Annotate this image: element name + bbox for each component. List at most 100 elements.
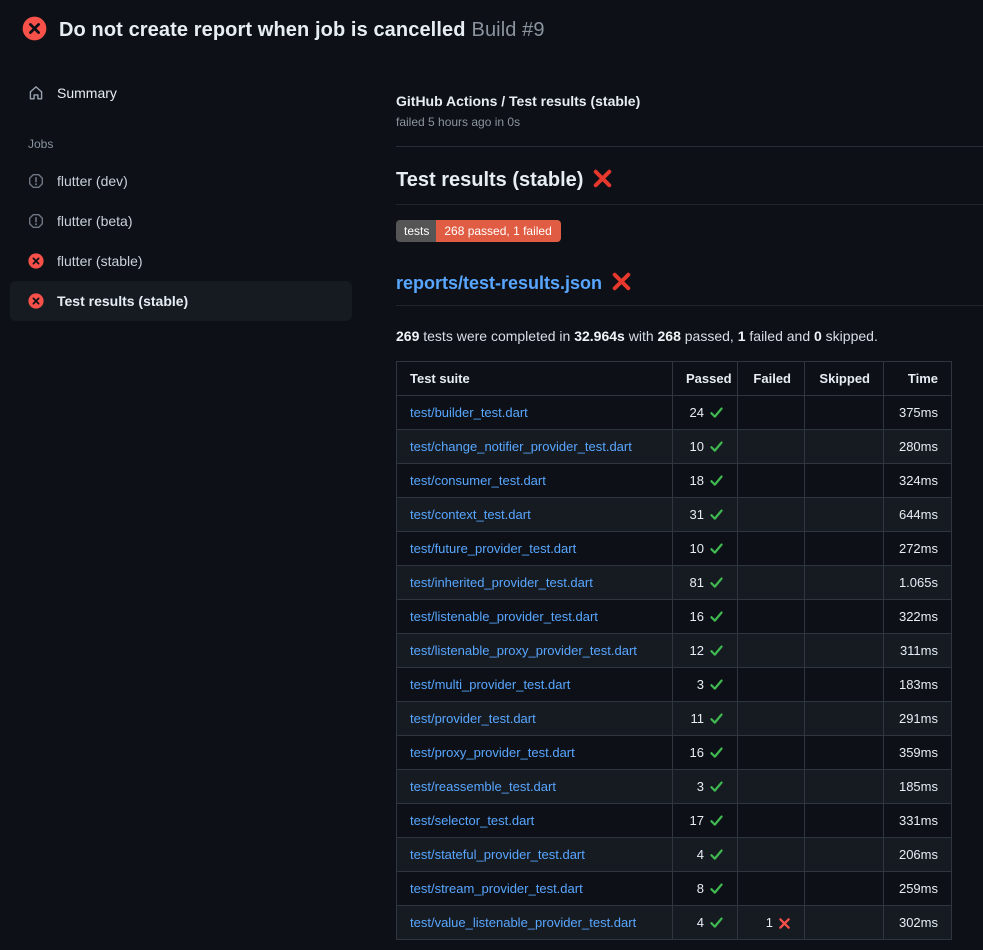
page-header: Do not create report when job is cancell… <box>0 0 983 56</box>
skipped-cell <box>805 532 884 566</box>
check-icon <box>709 782 724 797</box>
check-icon <box>709 850 724 865</box>
summary-number: 0 <box>814 328 822 344</box>
test-suite-link[interactable]: test/multi_provider_test.dart <box>410 677 570 692</box>
time-cell: 324ms <box>884 464 952 498</box>
main-content: GitHub Actions / Test results (stable) f… <box>380 56 983 940</box>
test-suite-link[interactable]: test/stateful_provider_test.dart <box>410 847 585 862</box>
sidebar-item-flutter-dev[interactable]: flutter (dev) <box>10 161 352 201</box>
table-header-row: Test suitePassedFailedSkippedTime <box>397 362 952 396</box>
sidebar-item-label: Test results (stable) <box>57 293 188 309</box>
x-circle-icon <box>28 293 44 309</box>
test-suite-cell: test/builder_test.dart <box>397 396 673 430</box>
report-file-link[interactable]: reports/test-results.json <box>396 272 983 306</box>
test-suite-link[interactable]: test/listenable_provider_test.dart <box>410 609 598 624</box>
stop-icon <box>28 173 44 189</box>
failed-cell <box>738 532 805 566</box>
check-icon <box>709 748 724 763</box>
test-suite-link[interactable]: test/consumer_test.dart <box>410 473 546 488</box>
failed-cell <box>738 770 805 804</box>
passed-cell: 31 <box>673 498 738 532</box>
passed-cell: 17 <box>673 804 738 838</box>
test-suite-link[interactable]: test/listenable_proxy_provider_test.dart <box>410 643 637 658</box>
report-file-name: reports/test-results.json <box>396 273 602 293</box>
table-row: test/builder_test.dart 24 375ms <box>397 396 952 430</box>
sidebar-item-flutter-stable[interactable]: flutter (stable) <box>10 241 352 281</box>
test-suite-link[interactable]: test/proxy_provider_test.dart <box>410 745 575 760</box>
passed-cell: 81 <box>673 566 738 600</box>
sidebar-item-label: flutter (stable) <box>57 253 143 269</box>
skipped-cell <box>805 736 884 770</box>
time-cell: 206ms <box>884 838 952 872</box>
test-suite-link[interactable]: test/builder_test.dart <box>410 405 528 420</box>
column-header-failed: Failed <box>738 362 805 396</box>
sidebar-item-summary[interactable]: Summary <box>10 73 352 113</box>
time-cell: 272ms <box>884 532 952 566</box>
time-cell: 302ms <box>884 906 952 940</box>
skipped-cell <box>805 464 884 498</box>
sidebar-item-flutter-beta[interactable]: flutter (beta) <box>10 201 352 241</box>
failed-cell <box>738 498 805 532</box>
time-cell: 331ms <box>884 804 952 838</box>
build-number: Build #9 <box>472 19 545 41</box>
test-suite-cell: test/inherited_provider_test.dart <box>397 566 673 600</box>
x-circle-icon <box>22 16 47 46</box>
skipped-cell <box>805 396 884 430</box>
passed-cell: 4 <box>673 838 738 872</box>
passed-cell: 3 <box>673 770 738 804</box>
time-cell: 1.065s <box>884 566 952 600</box>
sidebar-item-label: Summary <box>57 85 117 101</box>
skipped-cell <box>805 566 884 600</box>
failed-cell: 1 <box>738 906 805 940</box>
time-cell: 375ms <box>884 396 952 430</box>
passed-cell: 4 <box>673 906 738 940</box>
check-icon <box>709 578 724 593</box>
failed-cell <box>738 668 805 702</box>
test-suite-link[interactable]: test/stream_provider_test.dart <box>410 881 583 896</box>
time-cell: 359ms <box>884 736 952 770</box>
skipped-cell <box>805 668 884 702</box>
run-status-text: failed 5 hours ago in 0s <box>396 115 983 129</box>
time-cell: 291ms <box>884 702 952 736</box>
summary-number: 1 <box>738 328 746 344</box>
summary-text: passed, <box>681 328 738 344</box>
test-suite-cell: test/context_test.dart <box>397 498 673 532</box>
test-suite-cell: test/provider_test.dart <box>397 702 673 736</box>
time-cell: 311ms <box>884 634 952 668</box>
sidebar-item-test-results-stable[interactable]: Test results (stable) <box>10 281 352 321</box>
check-icon <box>709 510 724 525</box>
check-icon <box>709 714 724 729</box>
test-suite-link[interactable]: test/reassemble_test.dart <box>410 779 556 794</box>
test-suite-link[interactable]: test/selector_test.dart <box>410 813 534 828</box>
table-row: test/inherited_provider_test.dart 81 1.065… <box>397 566 952 600</box>
time-cell: 259ms <box>884 872 952 906</box>
test-suite-link[interactable]: test/context_test.dart <box>410 507 531 522</box>
check-icon <box>709 680 724 695</box>
failed-cell <box>738 702 805 736</box>
test-suite-link[interactable]: test/value_listenable_provider_test.dart <box>410 915 636 930</box>
table-row: test/reassemble_test.dart3185ms <box>397 770 952 804</box>
check-icon <box>709 612 724 627</box>
test-suite-link[interactable]: test/future_provider_test.dart <box>410 541 576 556</box>
summary-text: skipped. <box>822 328 878 344</box>
table-row: test/future_provider_test.dart10272ms <box>397 532 952 566</box>
home-icon <box>28 85 44 101</box>
test-suite-link[interactable]: test/provider_test.dart <box>410 711 536 726</box>
passed-cell: 8 <box>673 872 738 906</box>
cross-icon <box>593 171 612 193</box>
check-icon <box>709 408 724 423</box>
test-suite-cell: test/value_listenable_provider_test.dart <box>397 906 673 940</box>
section-title-text: Test results (stable) <box>396 169 583 191</box>
skipped-cell <box>805 872 884 906</box>
passed-cell: 16 <box>673 736 738 770</box>
test-suite-cell: test/multi_provider_test.dart <box>397 668 673 702</box>
failed-cell <box>738 396 805 430</box>
test-suite-link[interactable]: test/inherited_provider_test.dart <box>410 575 593 590</box>
summary-text: with <box>625 328 658 344</box>
check-icon <box>709 442 724 457</box>
summary-text: failed and <box>746 328 815 344</box>
breadcrumb: GitHub Actions / Test results (stable) <box>396 93 983 109</box>
passed-cell: 24 <box>673 396 738 430</box>
test-suite-link[interactable]: test/change_notifier_provider_test.dart <box>410 439 632 454</box>
skipped-cell <box>805 702 884 736</box>
